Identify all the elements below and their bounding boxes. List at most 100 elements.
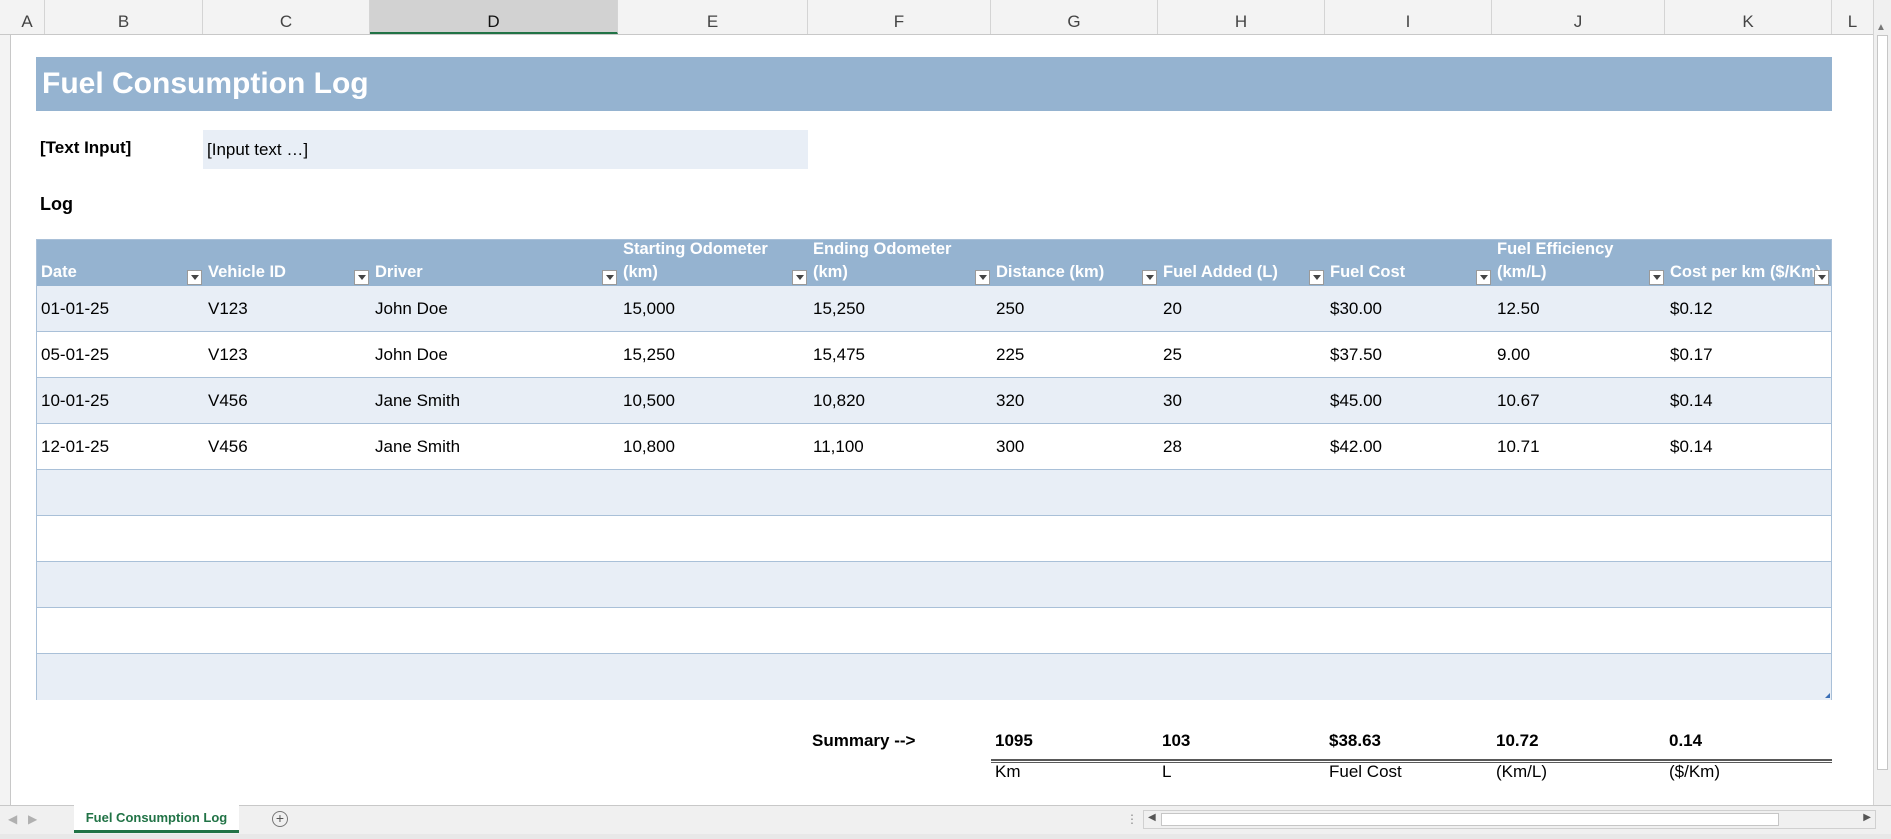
column-header-k[interactable]: K xyxy=(1665,0,1832,34)
scroll-up-icon[interactable]: ▲ xyxy=(1876,22,1886,33)
cell-cost-per-km[interactable]: $0.14 xyxy=(1666,378,1713,424)
table-row-empty[interactable] xyxy=(37,608,1831,654)
header-starting-odometer[interactable]: Starting Odometer (km) xyxy=(619,240,809,286)
filter-dropdown-icon[interactable] xyxy=(1476,270,1491,285)
cell-starting-odometer[interactable]: 10,500 xyxy=(619,378,675,424)
tab-fuel-consumption-log[interactable]: Fuel Consumption Log xyxy=(74,805,239,833)
table-row-empty[interactable] xyxy=(37,654,1831,700)
filter-dropdown-icon[interactable] xyxy=(1814,270,1829,285)
horizontal-scroll-thumb[interactable] xyxy=(1161,813,1779,826)
column-header-l[interactable]: L xyxy=(1832,0,1873,34)
column-header-b[interactable]: B xyxy=(45,0,203,34)
title-banner: Fuel Consumption Log xyxy=(36,57,1832,111)
table-row-empty[interactable] xyxy=(37,470,1831,516)
tab-splitter-icon[interactable]: ⋮ xyxy=(1126,812,1138,826)
cell-starting-odometer[interactable]: 15,250 xyxy=(619,332,675,378)
vertical-scrollbar[interactable]: ▲ xyxy=(1873,0,1891,805)
cell-date[interactable]: 12-01-25 xyxy=(37,424,109,470)
header-fuel-cost[interactable]: Fuel Cost xyxy=(1326,240,1493,286)
filter-dropdown-icon[interactable] xyxy=(1649,270,1664,285)
cell-starting-odometer[interactable]: 15,000 xyxy=(619,286,675,332)
header-cost-per-km[interactable]: Cost per km ($/Km) xyxy=(1666,240,1831,286)
cell-fuel-efficiency[interactable]: 9.00 xyxy=(1493,332,1530,378)
column-header-f[interactable]: F xyxy=(808,0,991,34)
resize-handle-icon[interactable] xyxy=(1825,693,1830,698)
cell-distance[interactable]: 320 xyxy=(992,378,1024,424)
filter-dropdown-icon[interactable] xyxy=(602,270,617,285)
scroll-right-icon[interactable]: ▶ xyxy=(1863,812,1871,823)
cell-vehicle-id[interactable]: V456 xyxy=(204,424,248,470)
cell-fuel-cost[interactable]: $30.00 xyxy=(1326,286,1382,332)
filter-dropdown-icon[interactable] xyxy=(1309,270,1324,285)
cell-cost-per-km[interactable]: $0.17 xyxy=(1666,332,1713,378)
cell-driver[interactable]: Jane Smith xyxy=(371,378,460,424)
tab-scroll-left-icon[interactable]: ◀ xyxy=(8,812,17,826)
cell-fuel-cost[interactable]: $37.50 xyxy=(1326,332,1382,378)
column-header-i[interactable]: I xyxy=(1325,0,1492,34)
column-header-g[interactable]: G xyxy=(991,0,1158,34)
header-vehicle-id[interactable]: Vehicle ID xyxy=(204,240,371,286)
cell-cost-per-km[interactable]: $0.14 xyxy=(1666,424,1713,470)
summary-fuel-efficiency[interactable]: 10.72 xyxy=(1496,731,1539,751)
vertical-scroll-thumb[interactable] xyxy=(1877,35,1888,770)
header-fuel-added[interactable]: Fuel Added (L) xyxy=(1159,240,1326,286)
filter-dropdown-icon[interactable] xyxy=(792,270,807,285)
column-header-d[interactable]: D xyxy=(370,0,618,34)
cell-fuel-efficiency[interactable]: 10.67 xyxy=(1493,378,1540,424)
cell-date[interactable]: 10-01-25 xyxy=(37,378,109,424)
add-sheet-icon[interactable]: + xyxy=(272,811,288,827)
column-header-c[interactable]: C xyxy=(203,0,370,34)
summary-unit-fuel: L xyxy=(1162,762,1172,781)
cell-fuel-efficiency[interactable]: 12.50 xyxy=(1493,286,1540,332)
cell-fuel-added[interactable]: 20 xyxy=(1159,286,1182,332)
summary-fuel-added[interactable]: 103 xyxy=(1162,731,1190,751)
cell-vehicle-id[interactable]: V123 xyxy=(204,332,248,378)
filter-dropdown-icon[interactable] xyxy=(975,270,990,285)
text-input-field[interactable]: [Input text …] xyxy=(203,130,808,169)
header-distance[interactable]: Distance (km) xyxy=(992,240,1159,286)
column-header-e[interactable]: E xyxy=(618,0,808,34)
cell-fuel-added[interactable]: 25 xyxy=(1159,332,1182,378)
header-driver[interactable]: Driver xyxy=(371,240,619,286)
table-row: 01-01-25 V123 John Doe 15,000 15,250 250… xyxy=(37,286,1831,332)
cell-distance[interactable]: 225 xyxy=(992,332,1024,378)
cell-driver[interactable]: John Doe xyxy=(371,286,448,332)
cell-fuel-added[interactable]: 28 xyxy=(1159,424,1182,470)
cell-distance[interactable]: 300 xyxy=(992,424,1024,470)
cell-ending-odometer[interactable]: 15,250 xyxy=(809,286,865,332)
status-bar xyxy=(0,834,1891,839)
cell-ending-odometer[interactable]: 15,475 xyxy=(809,332,865,378)
summary-fuel-cost[interactable]: $38.63 xyxy=(1329,731,1381,751)
column-header-j[interactable]: J xyxy=(1492,0,1665,34)
cell-vehicle-id[interactable]: V456 xyxy=(204,378,248,424)
cell-cost-per-km[interactable]: $0.12 xyxy=(1666,286,1713,332)
tab-scroll-right-icon[interactable]: ▶ xyxy=(28,812,37,826)
cell-fuel-cost[interactable]: $42.00 xyxy=(1326,424,1382,470)
header-date[interactable]: Date xyxy=(37,240,204,286)
cell-ending-odometer[interactable]: 10,820 xyxy=(809,378,865,424)
summary-distance[interactable]: 1095 xyxy=(995,731,1033,751)
column-header-h[interactable]: H xyxy=(1158,0,1325,34)
filter-dropdown-icon[interactable] xyxy=(1142,270,1157,285)
cell-driver[interactable]: John Doe xyxy=(371,332,448,378)
cell-ending-odometer[interactable]: 11,100 xyxy=(809,424,864,470)
table-row-empty[interactable] xyxy=(37,562,1831,608)
cell-fuel-cost[interactable]: $45.00 xyxy=(1326,378,1382,424)
column-header-a[interactable]: A xyxy=(10,0,45,34)
cell-vehicle-id[interactable]: V123 xyxy=(204,286,248,332)
filter-dropdown-icon[interactable] xyxy=(187,270,202,285)
header-fuel-efficiency[interactable]: Fuel Efficiency (km/L) xyxy=(1493,240,1666,286)
horizontal-scrollbar[interactable]: ◀ ▶ xyxy=(1143,810,1876,829)
cell-date[interactable]: 05-01-25 xyxy=(37,332,109,378)
summary-cost-per-km[interactable]: 0.14 xyxy=(1669,731,1702,751)
cell-fuel-efficiency[interactable]: 10.71 xyxy=(1493,424,1540,470)
scroll-left-icon[interactable]: ◀ xyxy=(1148,812,1156,823)
cell-fuel-added[interactable]: 30 xyxy=(1159,378,1182,424)
filter-dropdown-icon[interactable] xyxy=(354,270,369,285)
cell-distance[interactable]: 250 xyxy=(992,286,1024,332)
table-row-empty[interactable] xyxy=(37,516,1831,562)
cell-date[interactable]: 01-01-25 xyxy=(37,286,109,332)
cell-driver[interactable]: Jane Smith xyxy=(371,424,460,470)
cell-starting-odometer[interactable]: 10,800 xyxy=(619,424,675,470)
header-ending-odometer[interactable]: Ending Odometer (km) xyxy=(809,240,992,286)
